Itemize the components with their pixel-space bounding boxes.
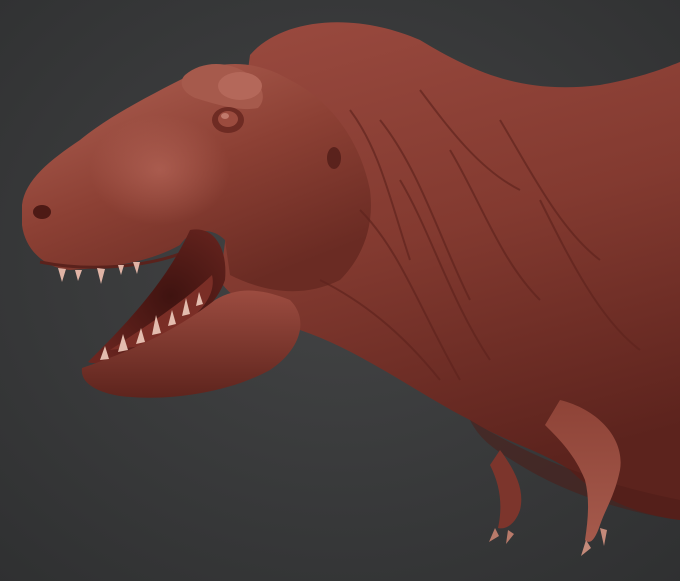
sculpt-viewport — [0, 0, 680, 581]
ear-opening — [327, 147, 341, 169]
cheek-highlight — [90, 115, 230, 225]
eye-highlight — [221, 113, 229, 119]
brow-bump — [218, 72, 262, 100]
nostril — [33, 205, 51, 219]
dinosaur-render — [0, 0, 680, 581]
eye — [218, 111, 238, 127]
